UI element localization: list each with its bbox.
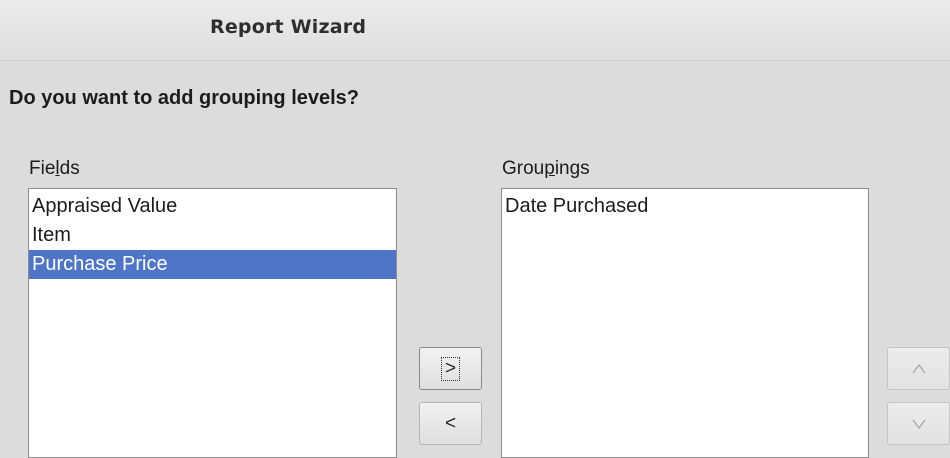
groupings-listbox[interactable]: Date Purchased xyxy=(501,188,869,458)
add-field-button[interactable]: > xyxy=(419,347,482,390)
list-item[interactable]: Appraised Value xyxy=(29,192,396,221)
remove-field-label: < xyxy=(444,412,457,434)
move-up-button[interactable] xyxy=(887,347,950,390)
groupings-label: Groupings xyxy=(502,158,590,179)
add-field-label: > xyxy=(440,356,461,381)
window-title: Report Wizard xyxy=(210,16,367,38)
move-down-button[interactable] xyxy=(887,402,950,445)
list-item-selected[interactable]: Purchase Price xyxy=(29,250,396,279)
fields-label: Fields xyxy=(29,158,80,179)
chevron-down-icon xyxy=(911,419,926,429)
list-item[interactable]: Date Purchased xyxy=(502,192,868,221)
page-question: Do you want to add grouping levels? xyxy=(9,87,360,109)
list-item[interactable]: Item xyxy=(29,221,396,250)
remove-field-button[interactable]: < xyxy=(419,402,482,445)
chevron-up-icon xyxy=(911,363,926,373)
title-bar: Report Wizard xyxy=(0,0,950,61)
fields-listbox[interactable]: Appraised Value Item Purchase Price xyxy=(28,188,397,458)
